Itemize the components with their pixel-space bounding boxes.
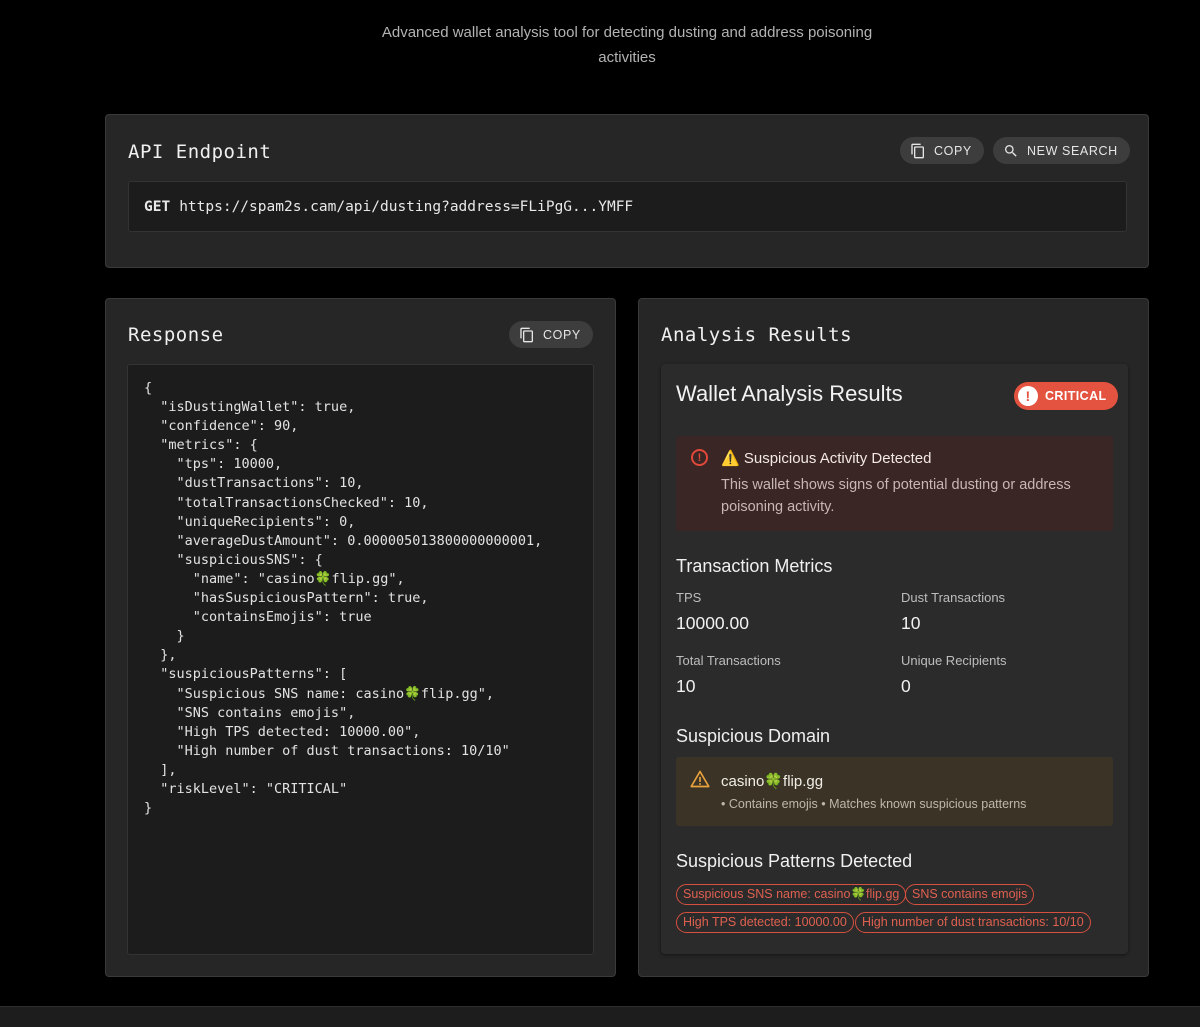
copy-response-button[interactable]: COPY xyxy=(509,321,593,348)
wallet-analysis-panel: Wallet Analysis Results ! CRITICAL ! ⚠️ … xyxy=(661,364,1128,954)
page-subtitle: Advanced wallet analysis tool for detect… xyxy=(0,20,1200,70)
risk-level-badge: ! CRITICAL xyxy=(1014,382,1118,410)
new-search-button[interactable]: NEW SEARCH xyxy=(993,137,1130,164)
domain-name: casino🍀flip.gg xyxy=(721,773,824,790)
suspicious-patterns-heading: Suspicious Patterns Detected xyxy=(676,851,913,871)
copy-icon xyxy=(520,327,533,342)
metric-label: Dust Transactions xyxy=(901,590,1006,605)
alert-body: This wallet shows signs of potential dus… xyxy=(721,477,1071,515)
metric-value: 0 xyxy=(901,676,911,696)
domain-flags: • Contains emojis • Matches known suspic… xyxy=(721,797,1027,811)
suspicious-activity-alert: ! ⚠️ Suspicious Activity Detected This w… xyxy=(676,436,1113,531)
api-endpoint-card: API Endpoint COPY NEW SEARCH GET https:/… xyxy=(105,114,1149,268)
new-search-label: NEW SEARCH xyxy=(1027,143,1118,158)
analysis-results-title: Analysis Results xyxy=(661,324,853,346)
transaction-metrics-heading: Transaction Metrics xyxy=(676,556,833,576)
pattern-chip: High TPS detected: 10000.00 xyxy=(676,912,854,933)
page-title-fragment xyxy=(590,0,634,8)
json-response: { "isDustingWallet": true, "confidence":… xyxy=(127,364,594,955)
copy-icon xyxy=(911,143,924,158)
metric-label: Unique Recipients xyxy=(901,653,1007,668)
metric-value: 10 xyxy=(901,613,921,633)
suspicious-domain-box: casino🍀flip.gg • Contains emojis • Match… xyxy=(676,757,1113,826)
metric-unique-recipients: Unique Recipients 0 xyxy=(901,653,1007,697)
pattern-chip: SNS contains emojis xyxy=(905,884,1035,905)
suspicious-domain-heading: Suspicious Domain xyxy=(676,726,831,746)
response-card: Response COPY { "isDustingWallet": true,… xyxy=(105,298,616,977)
subtitle-line-2: activities xyxy=(598,49,656,66)
http-method: GET xyxy=(144,198,171,215)
copy-endpoint-label: COPY xyxy=(934,143,972,158)
metric-dust-transactions: Dust Transactions 10 xyxy=(901,590,1005,634)
footer-bar xyxy=(0,1006,1200,1027)
subtitle-line-1: Advanced wallet analysis tool for detect… xyxy=(381,24,873,41)
metric-total-transactions: Total Transactions 10 xyxy=(676,653,781,697)
metric-value: 10 xyxy=(676,676,696,696)
error-icon: ! xyxy=(1018,386,1038,406)
response-title: Response xyxy=(128,324,224,346)
metric-label: Total Transactions xyxy=(676,653,781,668)
endpoint-url: https://spam2s.cam/api/dusting?address=F… xyxy=(179,198,634,215)
pattern-chip: High number of dust transactions: 10/10 xyxy=(855,912,1091,933)
analysis-results-card: Analysis Results Wallet Analysis Results… xyxy=(638,298,1149,977)
metric-tps: TPS 10000.00 xyxy=(676,590,749,634)
copy-response-label: COPY xyxy=(543,327,581,342)
risk-level-label: CRITICAL xyxy=(1045,389,1107,403)
warning-icon xyxy=(690,770,710,788)
search-icon xyxy=(1005,144,1017,157)
copy-endpoint-button[interactable]: COPY xyxy=(900,137,984,164)
error-outline-icon: ! xyxy=(691,449,708,466)
api-endpoint-title: API Endpoint xyxy=(128,141,272,163)
metric-value: 10000.00 xyxy=(676,613,749,633)
metric-label: TPS xyxy=(676,590,702,605)
endpoint-url-box: GET https://spam2s.cam/api/dusting?addre… xyxy=(128,181,1127,232)
pattern-chip: Suspicious SNS name: casino🍀flip.gg xyxy=(676,884,907,905)
wallet-analysis-heading: Wallet Analysis Results xyxy=(676,381,903,406)
alert-title: ⚠️ Suspicious Activity Detected xyxy=(721,450,932,467)
